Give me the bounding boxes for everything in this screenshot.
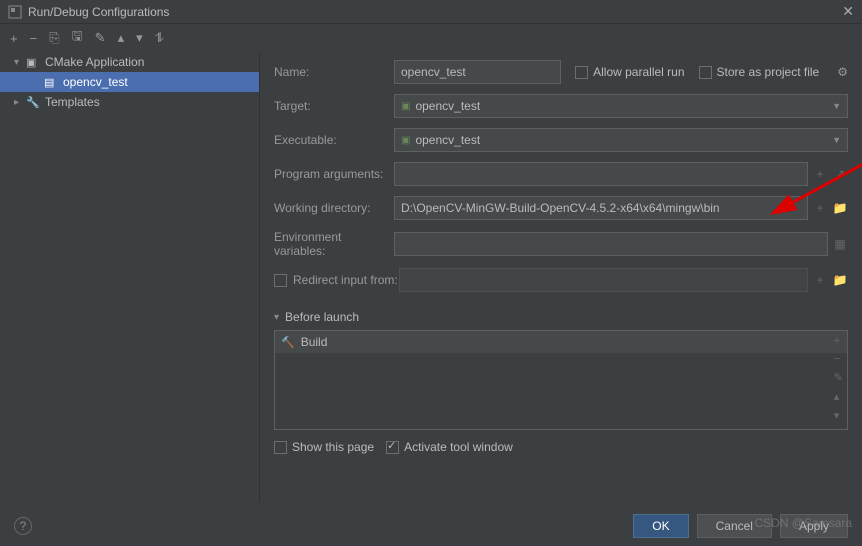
working-dir-input[interactable]: D:\OpenCV-MinGW-Build-OpenCV-4.5.2-x64\x… xyxy=(394,196,808,220)
allow-parallel-check[interactable]: Allow parallel run xyxy=(575,65,684,79)
activate-tool-check[interactable]: Activate tool window xyxy=(386,440,513,454)
window-title: Run/Debug Configurations xyxy=(28,5,842,19)
cmake-icon: ▣ xyxy=(26,56,40,69)
row-executable: Executable: ▣ opencv_test ▼ xyxy=(274,128,848,152)
tree-item-opencv-test[interactable]: ▤ opencv_test xyxy=(0,72,259,92)
row-program-args: Program arguments: + ↗ xyxy=(274,162,848,186)
add-icon[interactable]: + xyxy=(10,31,18,46)
down-icon[interactable]: ▾ xyxy=(136,30,143,46)
add-macro-icon[interactable]: + xyxy=(812,273,828,287)
checkbox-icon xyxy=(575,66,588,79)
before-launch-label: Before launch xyxy=(285,310,359,324)
footer: ? OK Cancel Apply xyxy=(0,506,862,546)
program-args-input[interactable] xyxy=(394,162,808,186)
edit-icon[interactable]: ✎ xyxy=(834,371,843,384)
close-icon[interactable]: ✕ xyxy=(842,3,854,20)
hammer-icon: 🔨 xyxy=(281,336,295,349)
target-dropdown[interactable]: ▣ opencv_test ▼ xyxy=(394,94,848,118)
content: Name: opencv_test Allow parallel run Sto… xyxy=(260,52,862,502)
add-icon[interactable]: + xyxy=(834,335,843,347)
remove-icon[interactable]: − xyxy=(30,31,38,46)
before-launch-header[interactable]: ▾ Before launch xyxy=(274,310,848,324)
edit-icon[interactable]: ✎ xyxy=(95,30,106,46)
sidebar: ▾ ▣ CMake Application ▤ opencv_test ▸ 🔧 … xyxy=(0,52,260,502)
row-env-vars: Environment variables: ▦ xyxy=(274,230,848,258)
app-icon xyxy=(8,5,22,19)
chevron-down-icon: ▾ xyxy=(14,57,26,68)
expand-icon[interactable]: ↗ xyxy=(832,167,848,181)
name-label: Name: xyxy=(274,65,394,79)
row-redirect: Redirect input from: + 📁 xyxy=(274,268,848,292)
show-this-page-check[interactable]: Show this page xyxy=(274,440,374,454)
checkbox-icon xyxy=(274,441,287,454)
field-icons: + ↗ xyxy=(812,167,848,181)
watermark: CSDN @Samsara xyxy=(754,516,852,530)
save-icon[interactable]: 🖫 xyxy=(72,27,83,49)
down-icon[interactable]: ▾ xyxy=(834,409,843,422)
tree-templates[interactable]: ▸ 🔧 Templates xyxy=(0,92,259,112)
browse-icon[interactable]: 📁 xyxy=(832,273,848,287)
launch-tools: + − ✎ ▴ ▾ xyxy=(834,335,843,422)
executable-dropdown[interactable]: ▣ opencv_test ▼ xyxy=(394,128,848,152)
field-icons: + 📁 xyxy=(812,273,848,287)
chevron-right-icon: ▸ xyxy=(14,97,26,108)
copy-icon[interactable]: ⎘ xyxy=(49,30,59,46)
bottom-checks: Show this page Activate tool window xyxy=(274,440,848,454)
field-icons: ▦ xyxy=(832,237,848,251)
target-icon: ▤ xyxy=(44,76,58,89)
tree-label: Templates xyxy=(45,95,100,109)
target-icon: ▣ xyxy=(401,101,410,112)
program-args-label: Program arguments: xyxy=(274,167,394,181)
gear-icon[interactable]: ⚙ xyxy=(837,65,848,79)
main: ▾ ▣ CMake Application ▤ opencv_test ▸ 🔧 … xyxy=(0,52,862,502)
row-name: Name: opencv_test Allow parallel run Sto… xyxy=(274,60,848,84)
ok-button[interactable]: OK xyxy=(633,514,688,538)
tree-cmake-application[interactable]: ▾ ▣ CMake Application xyxy=(0,52,259,72)
help-button[interactable]: ? xyxy=(14,517,32,535)
before-launch-section: ▾ Before launch 🔨 Build + − ✎ ▴ ▾ Show t… xyxy=(274,310,848,454)
target-label: Target: xyxy=(274,99,394,113)
exe-icon: ▣ xyxy=(401,135,410,146)
add-macro-icon[interactable]: + xyxy=(812,201,828,215)
tree-label: CMake Application xyxy=(45,55,144,69)
toolbar: + − ⎘ 🖫 ✎ ▴ ▾ ⥮ xyxy=(0,24,862,52)
executable-label: Executable: xyxy=(274,133,394,147)
collapse-icon[interactable]: ⥮ xyxy=(155,30,164,46)
up-icon[interactable]: ▴ xyxy=(834,390,843,403)
working-dir-label: Working directory: xyxy=(274,201,394,215)
add-macro-icon[interactable]: + xyxy=(812,167,828,181)
row-working-dir: Working directory: D:\OpenCV-MinGW-Build… xyxy=(274,196,848,220)
launch-list: 🔨 Build + − ✎ ▴ ▾ xyxy=(274,330,848,430)
up-icon[interactable]: ▴ xyxy=(118,30,125,46)
name-input[interactable]: opencv_test xyxy=(394,60,561,84)
chevron-down-icon: ▾ xyxy=(274,312,279,323)
row-target: Target: ▣ opencv_test ▼ xyxy=(274,94,848,118)
right-checks: Allow parallel run Store as project file… xyxy=(575,65,848,79)
chevron-down-icon: ▼ xyxy=(832,135,841,145)
env-vars-input[interactable] xyxy=(394,232,828,256)
redirect-input xyxy=(399,268,808,292)
redirect-checkbox[interactable] xyxy=(274,274,287,287)
browse-icon[interactable]: 📁 xyxy=(832,201,848,215)
tree-label: opencv_test xyxy=(63,75,128,89)
launch-item-label: Build xyxy=(301,335,328,349)
chevron-down-icon: ▼ xyxy=(832,101,841,111)
redirect-label: Redirect input from: xyxy=(293,273,399,287)
checkbox-icon xyxy=(699,66,712,79)
wrench-icon: 🔧 xyxy=(26,96,40,109)
titlebar: Run/Debug Configurations ✕ xyxy=(0,0,862,24)
edit-env-icon[interactable]: ▦ xyxy=(832,237,848,251)
store-as-project-check[interactable]: Store as project file xyxy=(699,65,820,79)
remove-icon[interactable]: − xyxy=(834,353,843,365)
field-icons: + 📁 xyxy=(812,201,848,215)
launch-item-build[interactable]: 🔨 Build xyxy=(275,331,847,353)
checkbox-icon xyxy=(386,441,399,454)
env-vars-label: Environment variables: xyxy=(274,230,394,258)
